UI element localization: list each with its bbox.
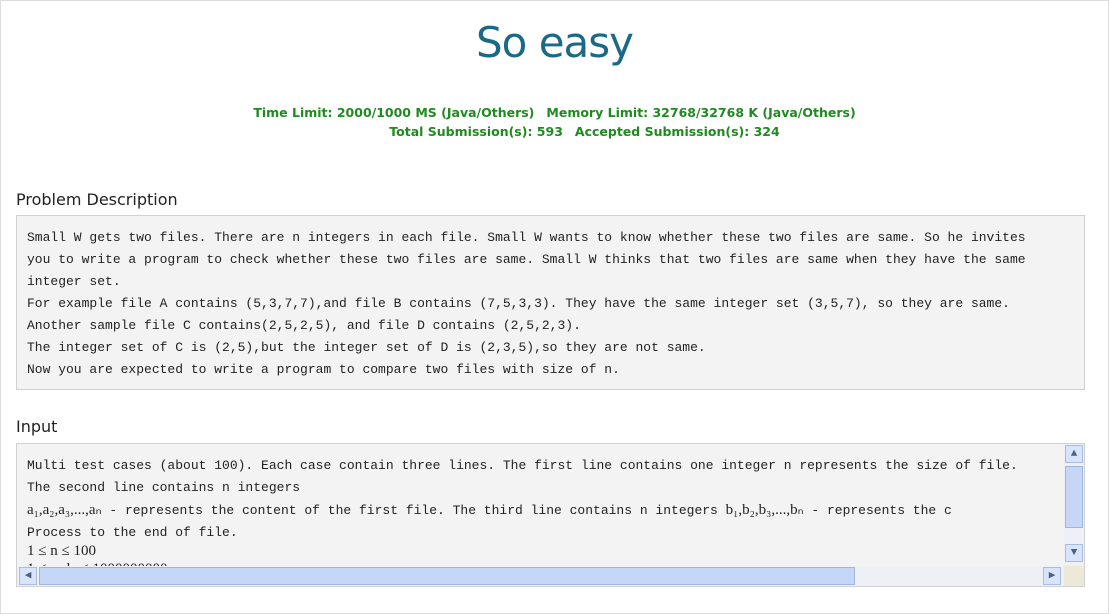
total-submissions: Total Submission(s): 593 [389, 124, 563, 139]
input-line: Multi test cases (about 100). Each case … [27, 458, 1018, 473]
limits-row: Time Limit: 2000/1000 MS (Java/Others) Me… [0, 105, 1109, 120]
vertical-scrollbar[interactable]: ▲ ▼ [1064, 444, 1084, 566]
scroll-up-button[interactable]: ▲ [1065, 445, 1083, 463]
horizontal-scrollbar[interactable]: ◀ ▶ [17, 566, 1066, 586]
scroll-right-button[interactable]: ▶ [1043, 567, 1061, 585]
description-panel: Small W gets two files. There are n inte… [16, 215, 1085, 390]
scroll-left-button[interactable]: ◀ [19, 567, 37, 585]
input-heading: Input [16, 417, 58, 436]
vertical-scroll-thumb[interactable] [1065, 466, 1083, 528]
input-line: The second line contains n integers [27, 480, 301, 495]
memory-limit: Memory Limit: 32768/32768 K (Java/Others… [546, 105, 856, 120]
description-line: Now you are expected to write a program … [27, 362, 620, 377]
scroll-down-button[interactable]: ▼ [1065, 544, 1083, 562]
description-heading: Problem Description [16, 190, 178, 209]
time-limit: Time Limit: 2000/1000 MS (Java/Others) [253, 105, 535, 120]
description-line: Small W gets two files. There are n inte… [27, 230, 1026, 245]
input-panel: Multi test cases (about 100). Each case … [16, 443, 1085, 587]
input-line: a₁,a₂,a₃,...,aₙ - represents the content… [17, 499, 1084, 522]
input-line: Process to the end of file. [27, 525, 238, 540]
input-text: - represents the content of the first fi… [101, 503, 726, 518]
math-b-sequence: b₁,b₂,b₃,...,bₙ [725, 502, 804, 518]
description-line: For example file A contains (5,3,7,7),an… [27, 296, 1010, 311]
description-line: Another sample file C contains(2,5,2,5),… [27, 318, 581, 333]
accepted-submissions: Accepted Submission(s): 324 [574, 124, 780, 139]
scroll-corner [1064, 566, 1084, 586]
description-line: you to write a program to check whether … [27, 252, 1026, 267]
horizontal-scroll-thumb[interactable] [39, 567, 855, 585]
description-line: integer set. [27, 274, 121, 289]
input-text: - represents the c [803, 503, 952, 518]
problem-title: So easy [475, 18, 634, 67]
math-a-sequence: a₁,a₂,a₃,...,aₙ [27, 502, 102, 518]
submissions-row: Total Submission(s): 593 Accepted Submiss… [0, 124, 1109, 139]
description-line: The integer set of C is (2,5),but the in… [27, 340, 706, 355]
